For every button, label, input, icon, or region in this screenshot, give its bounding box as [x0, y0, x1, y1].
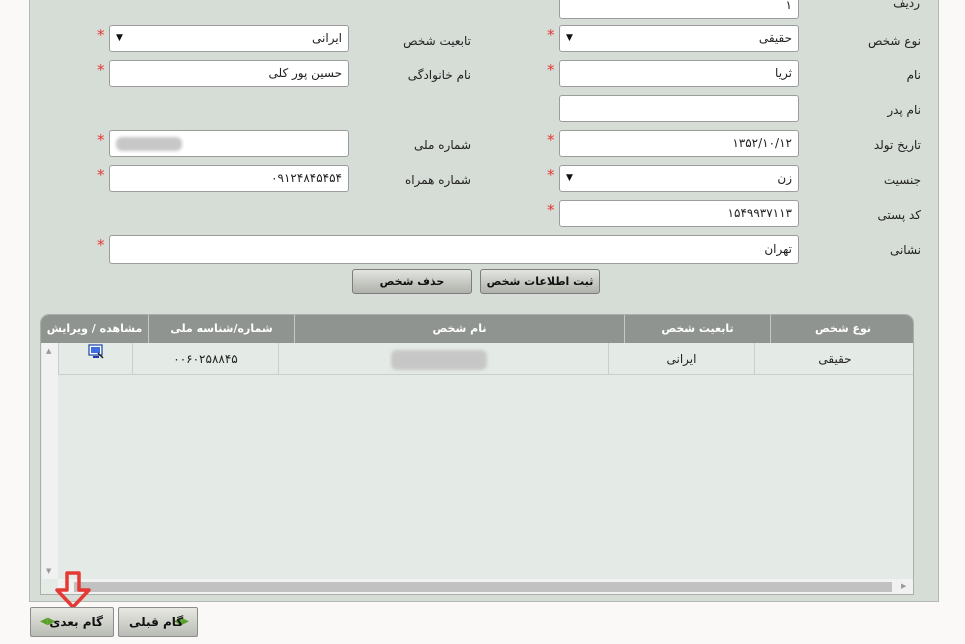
- person-type-select[interactable]: حقیقی ▼: [559, 25, 799, 52]
- scroll-down-icon[interactable]: ▼: [46, 567, 51, 575]
- red-down-arrow-icon: [55, 571, 91, 609]
- monitor-edit-icon[interactable]: [87, 344, 104, 360]
- chevron-down-icon: ▼: [566, 33, 573, 43]
- scroll-up-icon[interactable]: ▲: [46, 347, 51, 355]
- row-label: ردیف: [893, 0, 920, 10]
- nationality-select[interactable]: ایرانی ▼: [109, 25, 349, 52]
- person-type-label: نوع شخص: [867, 34, 921, 48]
- column-header-person-name: نام شخص: [294, 315, 624, 343]
- prev-step-button[interactable]: ◀▶ گام قبلی: [118, 607, 198, 637]
- required-mark: *: [547, 201, 555, 219]
- father-name-input[interactable]: [559, 95, 799, 122]
- father-name-label: نام پدر: [887, 103, 921, 117]
- address-input[interactable]: تهران: [109, 235, 799, 264]
- person-name-cell: [278, 343, 608, 375]
- save-person-button[interactable]: ثبت اطلاعات شخص: [480, 269, 600, 294]
- horizontal-scrollbar[interactable]: ▶: [58, 579, 913, 594]
- column-header-view-edit: مشاهده / ویرایش: [46, 322, 143, 335]
- address-label: نشانی: [889, 243, 921, 257]
- first-name-input[interactable]: ثریا: [559, 60, 799, 87]
- national-id-cell: ۰۰۶۰۲۵۸۸۴۵: [132, 343, 278, 375]
- required-mark: *: [97, 236, 105, 254]
- postal-code-input[interactable]: ۱۵۴۹۹۳۷۱۱۳: [559, 200, 799, 227]
- birth-date-input[interactable]: ۱۳۵۲/۱۰/۱۲: [559, 130, 799, 157]
- row-field[interactable]: ۱: [559, 0, 799, 19]
- postal-code-label: کد پستی: [877, 208, 922, 222]
- next-step-button[interactable]: ◀▶ گام بعدی: [30, 607, 114, 637]
- vertical-scrollbar[interactable]: ▲ ▼: [42, 343, 58, 579]
- table-header: مشاهده / ویرایش شماره/شناسه ملی نام شخص …: [41, 315, 913, 343]
- gender-select[interactable]: زن ▼: [559, 165, 799, 192]
- nationality-cell: ایرانی: [608, 343, 754, 375]
- required-mark: *: [97, 61, 105, 79]
- redacted-blur: [116, 137, 182, 151]
- required-mark: *: [547, 131, 555, 149]
- column-header-national-id: شماره/شناسه ملی: [148, 315, 294, 343]
- scroll-right-icon[interactable]: ▶: [901, 582, 906, 590]
- first-name-label: نام: [906, 68, 921, 82]
- required-mark: *: [97, 131, 105, 149]
- persons-table: مشاهده / ویرایش شماره/شناسه ملی نام شخص …: [40, 314, 914, 595]
- required-mark: *: [547, 166, 555, 184]
- column-header-person-type: نوع شخص: [770, 315, 913, 343]
- chevron-down-icon: ▼: [116, 33, 123, 43]
- redacted-blur: [391, 350, 487, 370]
- person-type-cell: حقیقی: [754, 343, 913, 375]
- required-mark: *: [97, 26, 105, 44]
- gender-label: جنسیت: [883, 173, 921, 187]
- scrollbar-thumb[interactable]: [74, 582, 892, 592]
- required-mark: *: [97, 166, 105, 184]
- national-id-input[interactable]: [109, 130, 349, 157]
- column-header-nationality: تابعیت شخص: [624, 315, 770, 343]
- last-name-input[interactable]: حسین پور کلی: [109, 60, 349, 87]
- required-mark: *: [547, 61, 555, 79]
- nationality-label: تابعیت شخص: [403, 34, 471, 48]
- view-edit-cell[interactable]: [58, 343, 132, 375]
- mobile-input[interactable]: ۰۹۱۲۴۸۴۵۴۵۴: [109, 165, 349, 192]
- birth-date-label: تاریخ تولد: [873, 138, 921, 152]
- required-mark: *: [547, 26, 555, 44]
- delete-person-button[interactable]: حذف شخص: [352, 269, 472, 294]
- mobile-label: شماره همراه: [404, 173, 471, 187]
- last-name-label: نام خانوادگی: [407, 68, 471, 82]
- chevron-down-icon: ▼: [566, 173, 573, 183]
- national-id-label: شماره ملی: [414, 138, 471, 152]
